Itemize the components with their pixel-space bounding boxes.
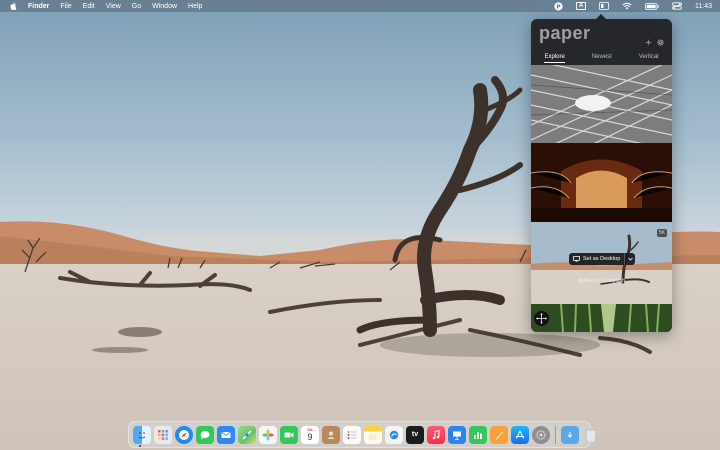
set-as-desktop-button: Set as Desktop — [569, 253, 636, 265]
dock-downloads-folder-icon[interactable] — [561, 425, 579, 444]
menubar-clock[interactable]: 11:43 — [695, 3, 712, 10]
dock-launchpad-icon[interactable] — [154, 425, 172, 444]
menu-view[interactable]: View — [106, 3, 121, 10]
svg-text:P: P — [557, 4, 561, 10]
move-cursor-icon — [536, 313, 547, 324]
finder-running-indicator — [139, 445, 141, 447]
dock: JUL 9 tv — [128, 421, 597, 448]
concert-hall-illustration — [531, 143, 672, 222]
apple-tv-label: tv — [411, 431, 419, 438]
menu-help[interactable]: Help — [188, 3, 202, 10]
tab-vertical[interactable]: Vertical — [639, 54, 659, 63]
dock-maps-icon[interactable] — [238, 425, 256, 444]
input-source-icon[interactable]: A — [576, 2, 586, 10]
concert-hall-photo[interactable] — [531, 143, 672, 222]
photo-credit[interactable]: @Alex Lo / Unsplash — [531, 278, 672, 284]
architecture-lattice-photo[interactable] — [531, 65, 672, 143]
dock-contacts-icon[interactable] — [322, 425, 340, 444]
display-icon — [573, 256, 580, 262]
wifi-icon[interactable] — [622, 2, 632, 10]
dock-keynote-icon[interactable] — [448, 425, 466, 444]
dock-messages-icon[interactable] — [196, 425, 214, 444]
paper-status-icon[interactable]: P — [554, 1, 563, 11]
calendar-day: 9 — [307, 431, 313, 442]
menu-bar: Finder File Edit View Go Window Help P A — [0, 0, 720, 12]
menu-app-name[interactable]: Finder — [28, 3, 49, 10]
set-as-desktop-label: Set as Desktop — [583, 256, 621, 262]
dock-calendar-icon[interactable]: JUL 9 — [301, 425, 319, 444]
dock-photos-icon[interactable] — [259, 425, 277, 444]
dock-facetime-icon[interactable] — [280, 425, 298, 444]
dock-safari-icon[interactable] — [175, 425, 193, 444]
menu-window[interactable]: Window — [152, 3, 177, 10]
paper-logo: paper — [539, 23, 591, 43]
scroll-indicator[interactable] — [534, 311, 549, 326]
resolution-badge: 5K — [656, 229, 667, 237]
tab-explore[interactable]: Explore — [544, 54, 565, 63]
dock-pages-icon[interactable] — [490, 425, 508, 444]
paper-popover: paper Explore Newest Vertical 5K Set as … — [531, 19, 672, 332]
menu-edit[interactable]: Edit — [83, 3, 95, 10]
dock-freeform-icon[interactable] — [385, 425, 403, 444]
dock-app-store-icon[interactable] — [511, 425, 529, 444]
bamboo-illustration — [531, 304, 672, 332]
dock-numbers-icon[interactable] — [469, 425, 487, 444]
dock-reminders-icon[interactable] — [343, 425, 361, 444]
menu-go[interactable]: Go — [132, 3, 141, 10]
control-center-icon[interactable] — [672, 2, 682, 10]
dock-mail-icon[interactable] — [217, 425, 235, 444]
chevron-down-icon — [628, 257, 633, 261]
lattice-illustration — [531, 65, 672, 143]
dock-trash-icon[interactable] — [582, 426, 600, 444]
desert-tree-photo[interactable]: 5K Set as Desktop @Alex Lo / Unsplash — [531, 222, 672, 304]
popover-tabs: Explore Newest Vertical — [531, 54, 672, 63]
dock-music-icon[interactable] — [427, 425, 445, 444]
gear-icon[interactable] — [657, 39, 664, 46]
battery-icon[interactable] — [645, 2, 659, 10]
sparkle-icon[interactable] — [645, 39, 652, 46]
control-icon[interactable] — [599, 2, 609, 10]
dock-notes-icon[interactable] — [364, 425, 382, 444]
tab-newest[interactable]: Newest — [592, 54, 612, 63]
apple-logo-icon[interactable] — [10, 2, 17, 10]
bamboo-forest-photo[interactable] — [531, 304, 672, 332]
menu-file[interactable]: File — [60, 3, 71, 10]
dock-finder-icon[interactable] — [133, 425, 151, 444]
set-as-desktop-main[interactable]: Set as Desktop — [569, 253, 624, 265]
dock-system-settings-icon[interactable] — [532, 425, 550, 444]
dock-separator — [555, 425, 556, 444]
dock-apple-tv-icon[interactable]: tv — [406, 425, 424, 444]
set-as-desktop-options[interactable] — [624, 253, 635, 265]
